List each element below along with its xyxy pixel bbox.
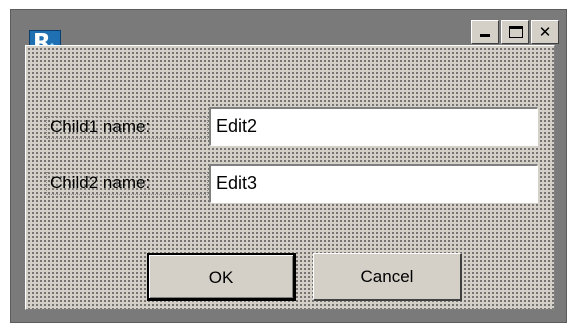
child1-name-label: Child1 name: xyxy=(46,116,208,139)
dialog-client-area: Child1 name: Edit2 Child2 name: Edit3 OK… xyxy=(25,45,555,310)
window-controls: ✕ xyxy=(471,20,559,44)
child2-name-input[interactable]: Edit3 xyxy=(209,164,538,203)
child1-name-input[interactable]: Edit2 xyxy=(209,107,538,146)
maximize-button[interactable] xyxy=(501,20,529,44)
close-button[interactable]: ✕ xyxy=(531,20,559,44)
title-bar[interactable]: R ✕ xyxy=(14,13,563,59)
minimize-icon xyxy=(480,34,490,37)
dialog-window: R ✕ Child1 name: Edit2 Child2 name: Edit… xyxy=(10,9,567,323)
minimize-button[interactable] xyxy=(471,20,499,44)
cancel-button[interactable]: Cancel xyxy=(313,253,462,301)
close-icon: ✕ xyxy=(538,22,552,41)
ok-button[interactable]: OK xyxy=(147,253,296,301)
maximize-icon xyxy=(509,26,523,38)
child2-name-label: Child2 name: xyxy=(46,172,208,195)
